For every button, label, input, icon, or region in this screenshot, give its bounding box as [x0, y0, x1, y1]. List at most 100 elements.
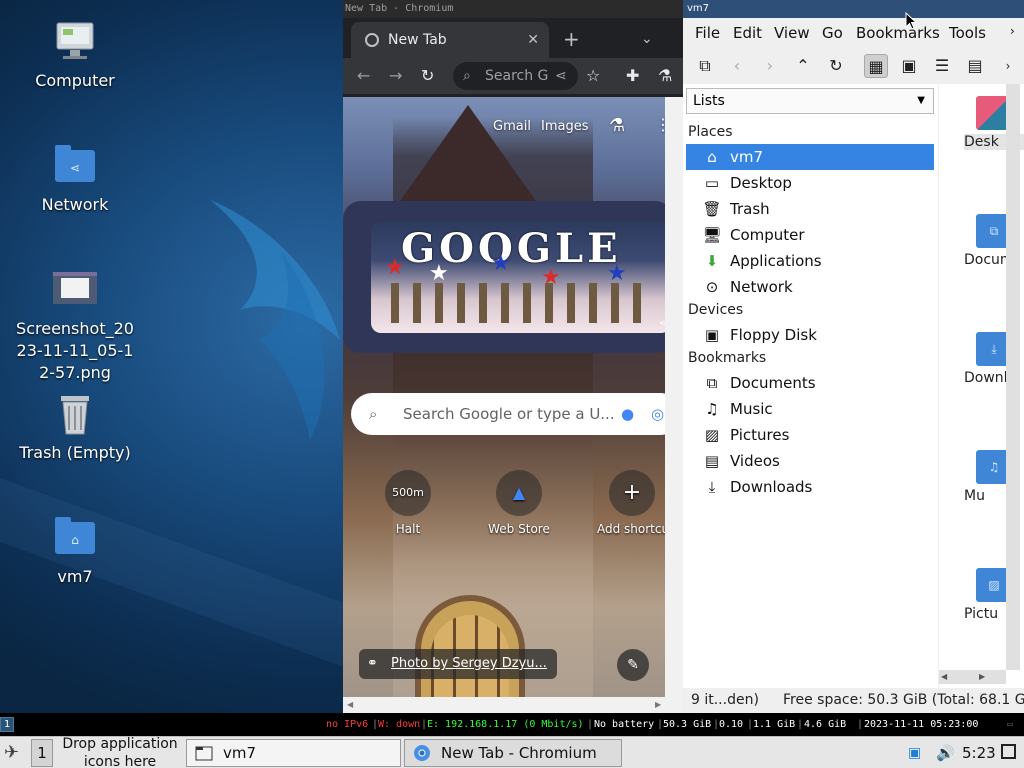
- google-lens-icon[interactable]: ◎: [651, 393, 664, 435]
- bookmark-videos[interactable]: ▤ Videos: [686, 448, 934, 474]
- datetime-status: 2023-11-11 05:23:00: [864, 719, 979, 730]
- up-chevron-icon[interactable]: ⌃: [791, 54, 815, 78]
- device-floppy[interactable]: ▣ Floppy Disk: [686, 322, 934, 348]
- close-tab-icon[interactable]: ✕: [527, 22, 539, 58]
- photo-credit-link[interactable]: ⚭ Photo by Sergey Dzyu...: [359, 649, 557, 679]
- workspace-button[interactable]: 1: [0, 717, 14, 732]
- place-label: Network: [730, 278, 793, 296]
- bookmark-documents[interactable]: ⧉ Documents: [686, 370, 934, 396]
- computer-icon: [53, 20, 97, 64]
- desktop-icon-computer[interactable]: Computer: [5, 20, 145, 92]
- tray-window-icon[interactable]: ▭: [1007, 713, 1013, 736]
- star-icon: ★: [385, 255, 405, 280]
- microphone-icon[interactable]: ●: [621, 393, 634, 435]
- google-doodle[interactable]: GOOGLE ★ ★ ★ ★ ★ ⋖: [371, 221, 665, 333]
- menu-view[interactable]: View: [774, 24, 810, 42]
- shortcut-halt[interactable]: 500m Halt: [373, 470, 443, 536]
- menu-file[interactable]: File: [695, 24, 720, 42]
- fm-toolbar: ⧉ ‹ › ⌃ ↻ ▦ ▣ ☰ ▤ ›: [683, 48, 1024, 82]
- desktop-icon-network[interactable]: ⋖ Network: [5, 144, 145, 216]
- file-view-vertical-scrollbar[interactable]: [1006, 84, 1020, 670]
- menu-overflow-chevron-icon[interactable]: ›: [1010, 24, 1015, 38]
- bookmark-music[interactable]: ♫ Music: [686, 396, 934, 422]
- start-menu-bird-icon[interactable]: ✈: [4, 739, 28, 767]
- labs-flask-icon[interactable]: ⚗: [658, 65, 672, 87]
- volume-icon[interactable]: 🔊: [936, 739, 955, 767]
- tab-search-chevron-down-icon[interactable]: ⌄: [641, 26, 653, 52]
- file-view-horizontal-scrollbar[interactable]: ◀ ▶: [939, 670, 1006, 684]
- menu-go[interactable]: Go: [822, 24, 843, 42]
- show-desktop-icon[interactable]: [1001, 744, 1016, 759]
- ntp-search-box[interactable]: ⌕ Search Google or type a U... ● ◎: [351, 393, 665, 435]
- apps-grid-icon[interactable]: ⋮: [655, 115, 665, 134]
- floppy-disk-icon: ▣: [704, 326, 720, 344]
- star-icon: ★: [491, 251, 511, 276]
- task-chromium[interactable]: New Tab - Chromium: [404, 739, 622, 767]
- back-chevron-icon[interactable]: ‹: [725, 54, 749, 78]
- images-link[interactable]: Images: [541, 119, 589, 134]
- customize-pencil-icon[interactable]: ✎: [617, 649, 649, 681]
- window-titlebar[interactable]: vm7: [683, 0, 1024, 18]
- compact-view-icon[interactable]: ☰: [930, 54, 954, 78]
- web-store-icon: ▲: [496, 470, 542, 516]
- mem-total-status: 4.6 GiB: [804, 719, 847, 730]
- link-icon: ⚭: [367, 656, 378, 671]
- place-applications[interactable]: ⬇ Applications: [686, 248, 934, 274]
- desktop-icon-label: Screenshot_2023-11-11_05-12-57.png: [16, 319, 134, 382]
- place-vm7[interactable]: ⌂ vm7: [686, 144, 934, 170]
- window-titlebar[interactable]: New Tab - Chromium: [343, 0, 683, 18]
- applications-icon: ⬇: [705, 252, 719, 270]
- back-arrow-icon[interactable]: ←: [357, 65, 370, 87]
- place-network[interactable]: ⊙ Network: [686, 274, 934, 300]
- scroll-right-arrow-icon[interactable]: ▶: [979, 670, 985, 684]
- bookmark-star-icon[interactable]: ☆: [586, 65, 600, 87]
- place-computer[interactable]: 🖥 Computer: [686, 222, 934, 248]
- horizontal-scrollbar[interactable]: ◀ ▶: [343, 697, 683, 713]
- shortcut-add[interactable]: + Add shortcut: [597, 470, 665, 536]
- forward-arrow-icon[interactable]: →: [389, 65, 402, 87]
- menu-edit[interactable]: Edit: [733, 24, 762, 42]
- desktop-icon-vm7[interactable]: ⌂ vm7: [5, 516, 145, 588]
- new-tab-icon[interactable]: ⧉: [693, 54, 717, 78]
- toolbar-overflow-chevron-icon[interactable]: ›: [1001, 54, 1015, 78]
- new-tab-plus-icon[interactable]: +: [563, 26, 580, 52]
- gmail-link[interactable]: Gmail: [493, 119, 531, 134]
- menu-tools[interactable]: Tools: [949, 24, 986, 42]
- desktop-icon-label: Network: [41, 195, 109, 214]
- desktop-pager-button[interactable]: 1: [31, 739, 53, 767]
- bookmark-downloads[interactable]: ⤓ Downloads: [686, 474, 934, 500]
- place-trash[interactable]: 🗑 Trash: [686, 196, 934, 222]
- labs-flask-icon[interactable]: ⚗: [609, 115, 625, 136]
- clock[interactable]: 5:23: [962, 739, 996, 767]
- task-vm7[interactable]: vm7: [186, 739, 401, 767]
- separator: |: [857, 719, 864, 730]
- reload-icon[interactable]: ↻: [421, 65, 434, 87]
- thumbnail-view-icon[interactable]: ▣: [897, 54, 921, 78]
- side-pane-mode-select[interactable]: Lists ▼: [686, 88, 934, 114]
- devices-heading: Devices: [688, 302, 744, 318]
- place-desktop[interactable]: ▭ Desktop: [686, 170, 934, 196]
- icon-view-icon[interactable]: ▦: [864, 54, 888, 78]
- reload-icon[interactable]: ↻: [824, 54, 848, 78]
- share-icon[interactable]: ⋖: [555, 65, 567, 87]
- desktop-icon-trash[interactable]: Trash (Empty): [5, 392, 145, 464]
- separator: |: [587, 719, 594, 730]
- menu-bookmarks[interactable]: Bookmarks: [856, 24, 940, 42]
- extensions-puzzle-icon[interactable]: ✚: [626, 65, 639, 87]
- scroll-left-arrow-icon[interactable]: ◀: [347, 697, 353, 713]
- network-tray-icon[interactable]: ▣: [908, 739, 924, 767]
- desktop-icon-label: vm7: [57, 567, 93, 586]
- scroll-left-arrow-icon[interactable]: ◀: [941, 670, 947, 684]
- shortcut-web-store[interactable]: ▲ Web Store: [484, 470, 554, 536]
- network-folder-icon: ⋖: [53, 144, 97, 188]
- detailed-view-icon[interactable]: ▤: [963, 54, 987, 78]
- desktop-icon-screenshot[interactable]: Screenshot_2023-11-11_05-12-57.png: [5, 268, 145, 384]
- image-file-icon: [53, 268, 97, 312]
- trash-icon: [53, 392, 97, 436]
- folder-icon: [195, 746, 213, 761]
- tab-new-tab[interactable]: New Tab ✕: [351, 22, 549, 58]
- bookmark-pictures[interactable]: ▨ Pictures: [686, 422, 934, 448]
- forward-chevron-icon[interactable]: ›: [758, 54, 782, 78]
- vertical-scrollbar[interactable]: [665, 97, 683, 697]
- scroll-right-arrow-icon[interactable]: ▶: [655, 697, 661, 713]
